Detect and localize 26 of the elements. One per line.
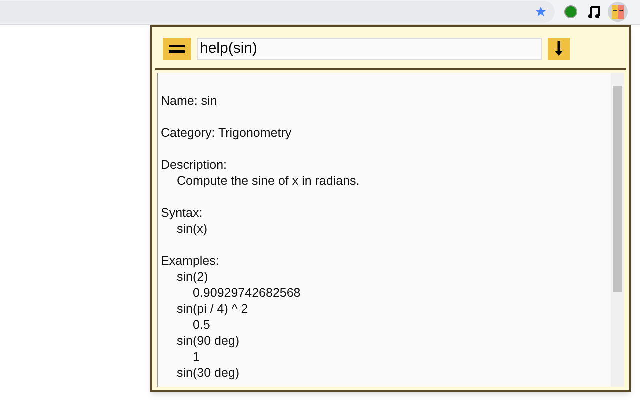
output-line: Description:	[161, 157, 227, 173]
music-note-icon[interactable]	[588, 5, 600, 19]
extension-circle-icon[interactable]	[564, 5, 578, 19]
down-arrow-icon	[554, 41, 564, 57]
output-line: sin(30 deg)	[177, 365, 240, 381]
output-line: Compute the sine of x in radians.	[177, 173, 360, 189]
output-line: 0.90929742682568	[193, 285, 301, 301]
evaluate-button[interactable]	[548, 38, 570, 60]
output-line: sin(2)	[177, 269, 208, 285]
output-line: Examples:	[161, 253, 220, 269]
output-line: sin(x)	[177, 221, 208, 237]
menu-icon	[169, 44, 185, 54]
scrollbar[interactable]	[611, 73, 624, 387]
menu-button[interactable]	[163, 38, 191, 60]
output-area[interactable]: Name: sin Category: Trigonometry Description: Compute the sine of x in radians. Syntax: sin(x) Examples: sin(2) 0.90929742682568 sin(pi / 4) ^ 2 0.5 sin(90 deg) 1 sin(30 deg)	[157, 73, 624, 387]
output-line: Category: Trigonometry	[161, 125, 292, 141]
expression-field[interactable]: help(sin)	[197, 38, 542, 60]
output-line: Name: sin	[161, 93, 218, 109]
calculator-extension-icon[interactable]	[608, 2, 628, 22]
star-icon[interactable]	[535, 6, 547, 18]
output-line: 0.5	[193, 317, 210, 333]
output-line: 1	[193, 349, 200, 365]
output-line: sin(90 deg)	[177, 333, 240, 349]
scrollbar-thumb[interactable]	[613, 86, 622, 292]
output-line: Syntax:	[161, 205, 203, 221]
output-line: sin(pi / 4) ^ 2	[177, 301, 248, 317]
